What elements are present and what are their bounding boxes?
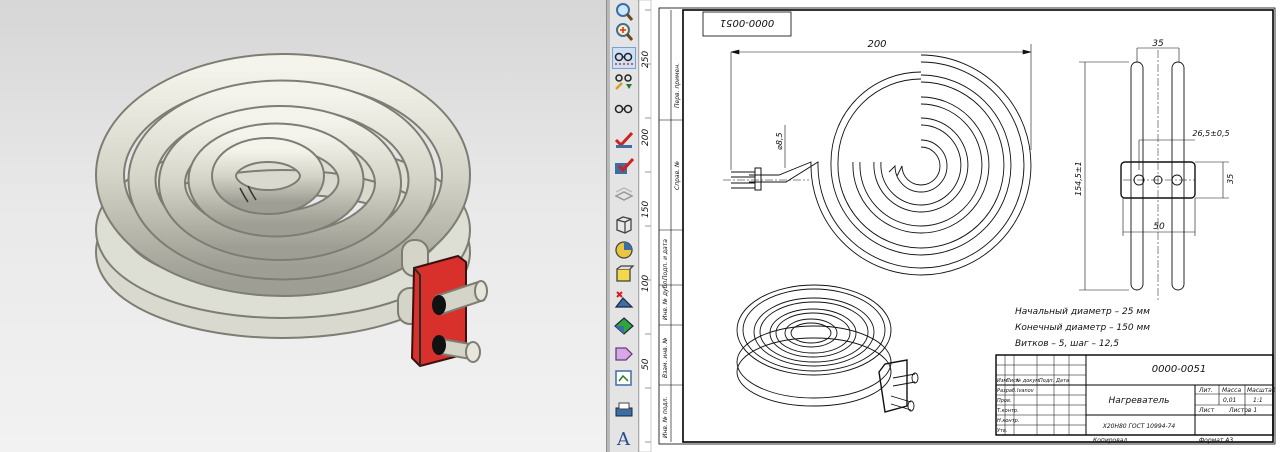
col-mass: Масса: [1222, 387, 1241, 394]
dim-flange-height: 35: [1226, 174, 1235, 184]
side-strip-label: Инв. № дубл.: [662, 279, 669, 320]
view-frame-icon[interactable]: [613, 368, 635, 388]
side-strip-label: Подп. и дата: [662, 239, 669, 280]
dim-pipe-diameter: ⌀8,5: [775, 132, 784, 150]
spiral-front-view: [749, 54, 1032, 276]
note-final-diameter: Конечный диаметр – 150 мм: [1015, 323, 1150, 333]
vertex-cross-icon[interactable]: [613, 290, 635, 310]
isometric-view: [736, 284, 919, 413]
check-red-icon[interactable]: [613, 130, 635, 150]
scale-value: 1:1: [1253, 397, 1263, 404]
top-stamp-designation: 0000-0051: [720, 17, 775, 28]
side-strip-label: Перв. примен.: [674, 63, 681, 108]
drawing-sheet[interactable]: 250 200 150 100 50 Перв. примен. Справ. …: [639, 0, 1280, 452]
row-date: Дата: [1055, 378, 1069, 384]
ruler-tick-label: 250: [641, 51, 651, 68]
side-view: [1079, 47, 1229, 300]
row-approve: Утв.: [997, 428, 1008, 434]
copied-label: Копировал: [1093, 437, 1127, 444]
text-a-icon[interactable]: A: [613, 428, 635, 448]
ruler-tick-label: 100: [641, 275, 651, 292]
glasses-edit-icon[interactable]: [613, 72, 635, 92]
layers-icon[interactable]: [613, 184, 635, 204]
row-sign: Подп.: [1039, 378, 1054, 384]
check-double-icon[interactable]: [613, 156, 635, 176]
row-dev: Разраб.: [997, 388, 1017, 394]
vertical-toolbar: A: [610, 0, 639, 452]
col-lit: Лит.: [1198, 387, 1213, 394]
dim-height: 154,5±1: [1074, 161, 1083, 196]
mass-value: 0,01: [1223, 397, 1236, 404]
note-turns-pitch: Витков – 5, шаг – 12,5: [1015, 339, 1119, 349]
sheet-label: Лист: [1198, 407, 1215, 414]
sheet-outer-frame: [658, 7, 1276, 445]
side-strip-label: Справ. №: [674, 161, 681, 190]
side-strip-label: Взам. инв. №: [662, 337, 669, 378]
note-initial-diameter: Начальный диаметр – 25 мм: [1015, 307, 1150, 317]
title-designation: 0000-0051: [1152, 364, 1207, 375]
3d-viewport[interactable]: [0, 0, 606, 452]
zoom-icon[interactable]: [613, 2, 635, 22]
green-diamond-icon[interactable]: [613, 316, 635, 336]
printer-icon[interactable]: [613, 400, 635, 420]
dim-flange-width: 50: [1153, 222, 1165, 232]
format-label: Формат А3: [1199, 437, 1233, 444]
title-material: X20H80 ГОСТ 10994-74: [1102, 423, 1176, 430]
side-strip-label: Инв. № подл.: [662, 397, 669, 438]
ruler-tick-label: 150: [641, 201, 651, 218]
developer-name: Ivanov: [1017, 388, 1035, 394]
dim-width: 200: [867, 39, 886, 50]
col-scale: Масштаб: [1247, 387, 1276, 394]
zoom-window-icon[interactable]: [613, 22, 635, 42]
dim-hole-spacing: 26,5±0,5: [1192, 129, 1229, 138]
sheet-inner-frame: [682, 9, 1274, 443]
row-ncontrol: Н.контр.: [997, 418, 1019, 424]
ruler-tick-label: 200: [641, 129, 651, 146]
row-tcontrol: Т.контр.: [997, 408, 1019, 414]
row-doc: № докум.: [1015, 378, 1041, 384]
dim-side-width: 35: [1152, 39, 1164, 49]
glasses-view-icon[interactable]: [613, 98, 635, 118]
sheets-label: Листов 1: [1228, 407, 1257, 414]
yellow-square-icon[interactable]: [613, 264, 635, 284]
prism-icon[interactable]: [613, 344, 635, 364]
glasses-measure-icon[interactable]: [612, 47, 636, 69]
sphere-section-icon[interactable]: [613, 240, 635, 260]
row-check: Пров.: [997, 398, 1012, 404]
heater-3d-model[interactable]: [0, 0, 606, 452]
title-name: Нагреватель: [1109, 396, 1170, 406]
svg-text:A: A: [616, 429, 631, 448]
cube-icon[interactable]: [613, 214, 635, 234]
terminal-front-view: [723, 167, 809, 191]
ruler-tick-label: 50: [641, 358, 651, 370]
